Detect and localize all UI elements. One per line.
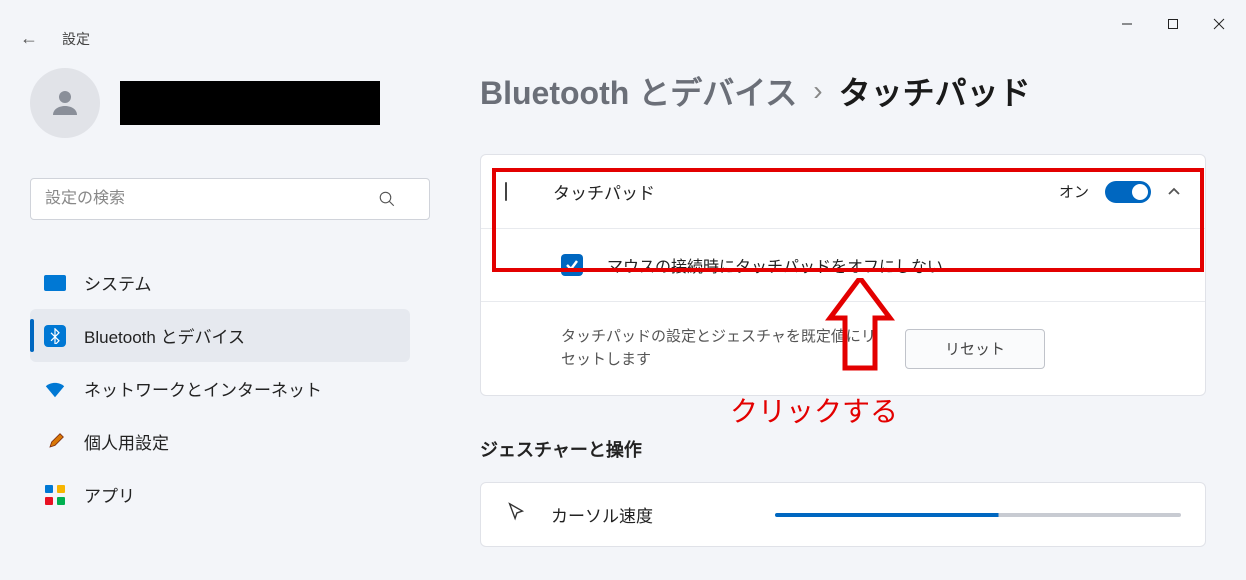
nav-label: 個人用設定 xyxy=(84,429,169,454)
brush-icon xyxy=(44,431,66,453)
maximize-button[interactable] xyxy=(1150,8,1196,40)
breadcrumb: Bluetooth とデバイス › タッチパッド xyxy=(480,68,1206,114)
chevron-up-icon[interactable] xyxy=(1167,185,1181,199)
cursor-icon xyxy=(505,501,527,528)
apps-icon xyxy=(44,484,66,506)
bluetooth-icon xyxy=(44,325,66,347)
breadcrumb-current: タッチパッド xyxy=(839,68,1031,114)
search-input[interactable] xyxy=(30,178,430,220)
nav-list: システム Bluetooth とデバイス ネットワークとインターネット 個人用設… xyxy=(30,256,410,521)
touchpad-toggle[interactable] xyxy=(1105,181,1151,203)
row-label: タッチパッド xyxy=(553,179,1035,204)
system-icon xyxy=(44,272,66,294)
wifi-icon xyxy=(44,378,66,400)
nav-bluetooth[interactable]: Bluetooth とデバイス xyxy=(30,309,410,362)
reset-description: タッチパッドの設定とジェスチャを既定値にリセットします xyxy=(561,326,881,371)
breadcrumb-parent[interactable]: Bluetooth とデバイス xyxy=(480,68,797,114)
touchpad-toggle-row[interactable]: タッチパッド オン xyxy=(481,155,1205,229)
back-button[interactable]: ← xyxy=(20,28,38,49)
cursor-speed-label: カーソル速度 xyxy=(551,502,751,527)
nav-network[interactable]: ネットワークとインターネット xyxy=(30,362,410,415)
nav-label: Bluetooth とデバイス xyxy=(84,323,245,348)
content-area: Bluetooth とデバイス › タッチパッド タッチパッド オン xyxy=(440,68,1246,547)
mouse-option-checkbox[interactable] xyxy=(561,254,583,276)
mouse-option-label: マウスの接続時にタッチパッドをオフにしない xyxy=(607,253,943,277)
touchpad-card: タッチパッド オン マウスの接続時にタッチパッドをオフにしない タッチパッドの設… xyxy=(480,154,1206,396)
cursor-speed-slider[interactable] xyxy=(775,513,1181,517)
sidebar: システム Bluetooth とデバイス ネットワークとインターネット 個人用設… xyxy=(0,68,440,547)
minimize-button[interactable] xyxy=(1104,8,1150,40)
gestures-title: ジェスチャーと操作 xyxy=(480,436,1206,462)
nav-label: アプリ xyxy=(84,482,135,507)
chevron-right-icon: › xyxy=(813,75,822,107)
nav-label: システム xyxy=(84,270,152,295)
reset-row: タッチパッドの設定とジェスチャを既定値にリセットします リセット xyxy=(481,302,1205,395)
nav-personalization[interactable]: 個人用設定 xyxy=(30,415,410,468)
touchpad-icon xyxy=(505,183,529,201)
nav-label: ネットワークとインターネット xyxy=(84,376,322,401)
profile-section[interactable] xyxy=(30,68,410,138)
reset-button[interactable]: リセット xyxy=(905,329,1045,369)
nav-apps[interactable]: アプリ xyxy=(30,468,410,521)
nav-system[interactable]: システム xyxy=(30,256,410,309)
search-icon xyxy=(378,190,396,208)
cursor-speed-card[interactable]: カーソル速度 xyxy=(480,482,1206,547)
mouse-option-row[interactable]: マウスの接続時にタッチパッドをオフにしない xyxy=(481,229,1205,302)
app-title: 設定 xyxy=(62,29,90,49)
username-redacted xyxy=(120,81,380,125)
avatar-icon xyxy=(30,68,100,138)
titlebar: ← 設定 xyxy=(0,0,1246,48)
close-button[interactable] xyxy=(1196,8,1242,40)
toggle-state-text: オン xyxy=(1059,181,1089,202)
